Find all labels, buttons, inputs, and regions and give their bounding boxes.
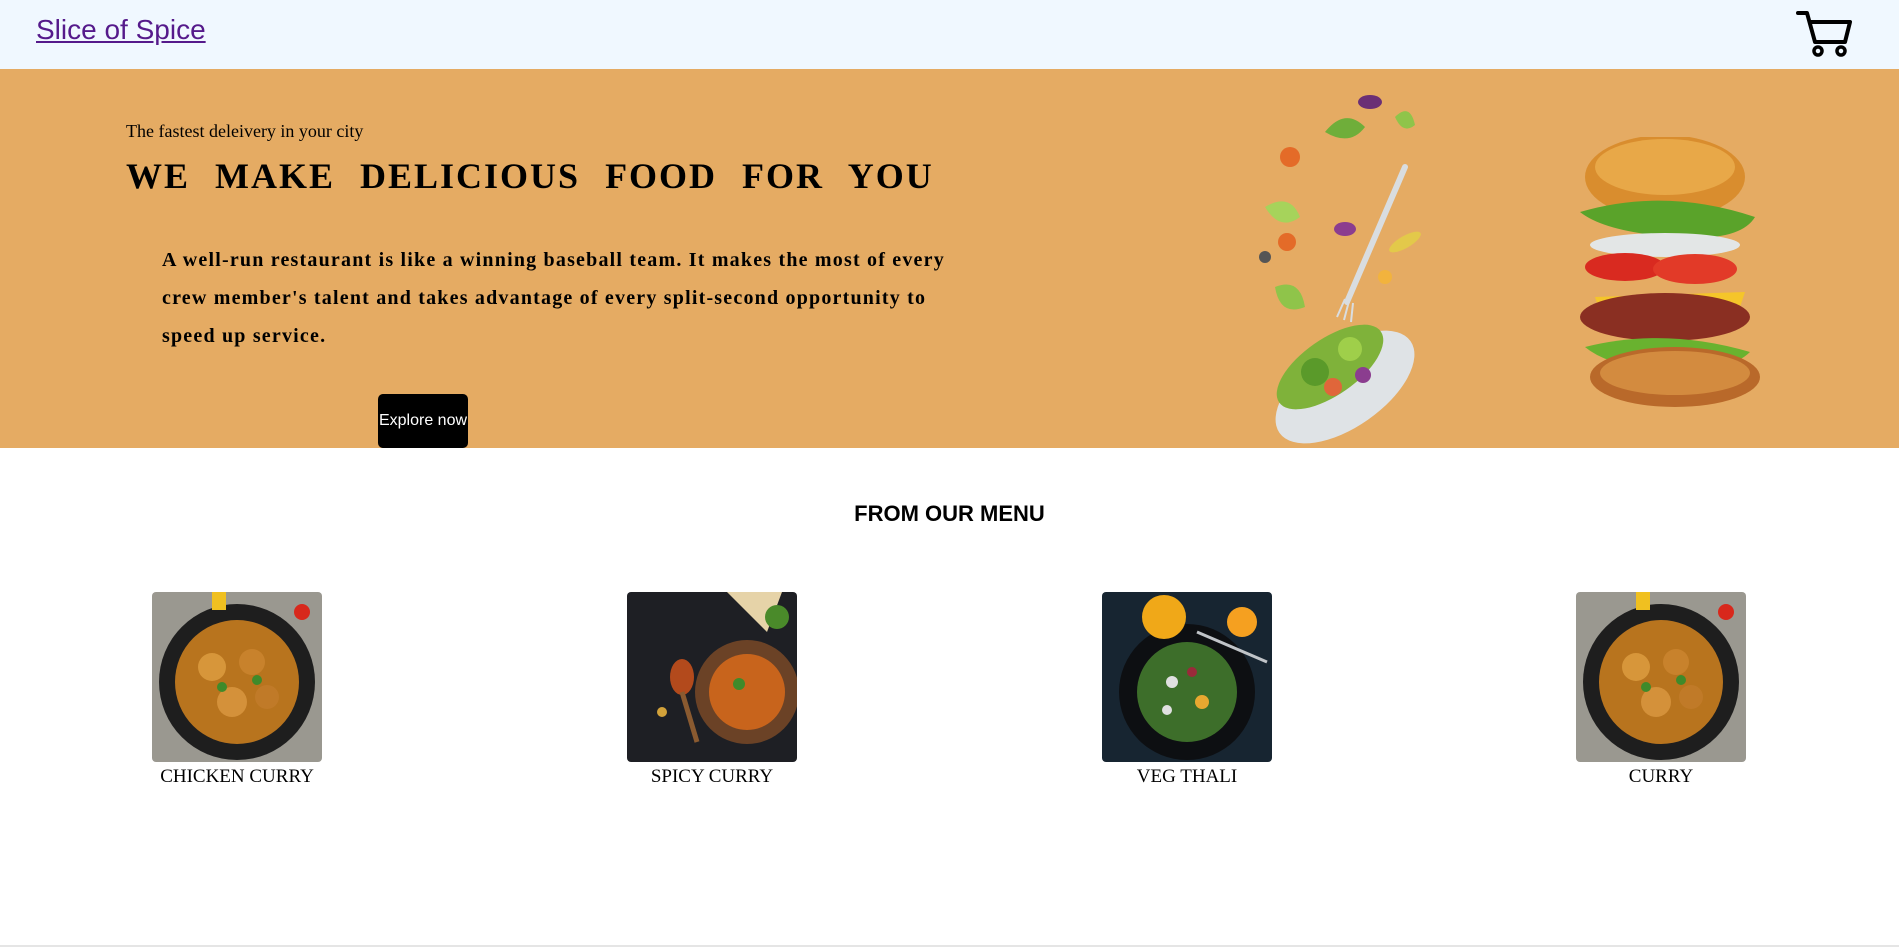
hero-banner: The fastest deleivery in your city WE MA… <box>0 69 1899 448</box>
spicy-curry-image[interactable] <box>627 592 797 762</box>
menu-item-label: CURRY <box>1628 766 1694 787</box>
hero-tagline: The fastest deleivery in your city <box>126 121 364 141</box>
menu-item-chicken-curry[interactable]: CHICKEN CURRY <box>137 592 337 788</box>
brand-link[interactable]: Slice of Spice <box>36 14 206 46</box>
menu-item-label: CHICKEN CURRY <box>160 766 314 787</box>
cart-icon[interactable] <box>1795 8 1853 58</box>
menu-item-label: SPICY CURRY <box>650 766 774 787</box>
menu-item-spicy-curry[interactable]: SPICY CURRY <box>612 592 812 788</box>
menu-item-veg-thali[interactable]: VEG THALI <box>1087 592 1287 788</box>
hero-quote: A well-run restaurant is like a winning … <box>162 249 945 347</box>
burger-image <box>1580 137 1760 407</box>
navbar: Slice of Spice <box>0 0 1899 69</box>
veg-thali-image[interactable] <box>1102 592 1272 762</box>
curry-image[interactable] <box>1576 592 1746 762</box>
menu-section-title: FROM OUR MENU <box>854 501 1045 526</box>
explore-now-button[interactable]: Explore now <box>378 394 468 448</box>
menu-item-label: VEG THALI <box>1136 766 1238 787</box>
menu-item-curry[interactable]: CURRY <box>1561 592 1761 788</box>
hero-headline: WE MAKE DELICIOUS FOOD FOR YOU <box>126 156 934 196</box>
salad-image <box>1259 95 1421 444</box>
chicken-curry-image[interactable] <box>152 592 322 762</box>
